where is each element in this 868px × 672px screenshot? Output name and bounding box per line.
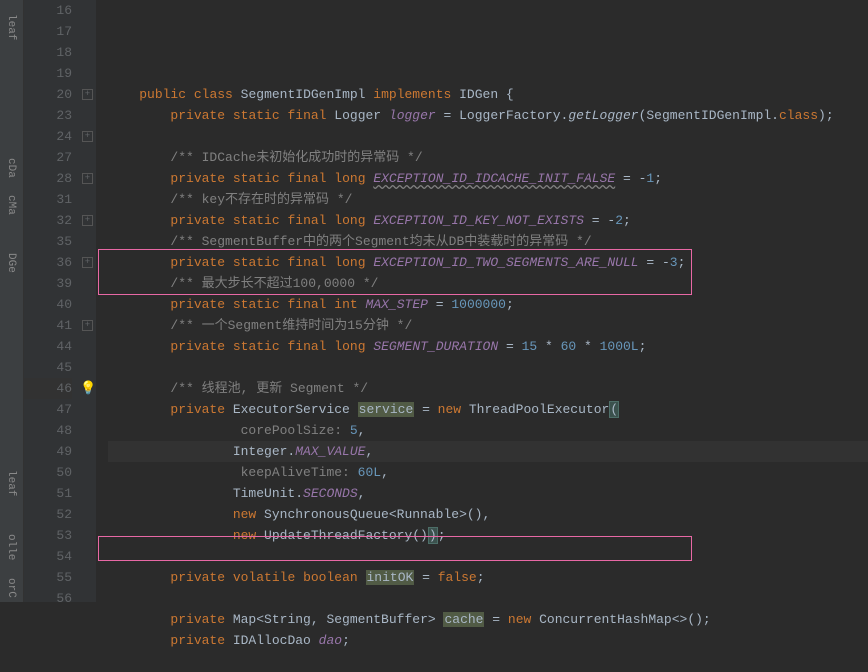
code-line[interactable]: /** 最大步长不超过100,0000 */ xyxy=(108,273,868,294)
fold-toggle-icon[interactable]: + xyxy=(82,89,93,100)
code-line[interactable]: /** 线程池, 更新 Segment */ xyxy=(108,378,868,399)
line-number[interactable]: 52 xyxy=(24,504,72,525)
code-line[interactable]: private static final Logger logger = Log… xyxy=(108,105,868,126)
line-number[interactable]: 45 xyxy=(24,357,72,378)
line-number[interactable]: 31 xyxy=(24,189,72,210)
code-line[interactable] xyxy=(108,63,868,84)
fold-toggle-icon[interactable]: + xyxy=(82,215,93,226)
line-number[interactable]: 19 xyxy=(24,63,72,84)
code-line[interactable]: public class SegmentIDGenImpl implements… xyxy=(108,84,868,105)
code-line[interactable]: corePoolSize: 5, xyxy=(108,420,868,441)
tool-window-bar[interactable]: leaf cDa cMa DGe leaf olle orC xyxy=(0,0,24,602)
line-number[interactable]: 28 xyxy=(24,168,72,189)
side-tab[interactable]: olle xyxy=(0,530,23,564)
line-number[interactable]: 36 xyxy=(24,252,72,273)
code-line[interactable]: private static final long EXCEPTION_ID_T… xyxy=(108,252,868,273)
code-line[interactable]: private static final long SEGMENT_DURATI… xyxy=(108,336,868,357)
side-tab[interactable]: cDa xyxy=(0,154,23,182)
line-number[interactable]: 20 xyxy=(24,84,72,105)
line-number[interactable]: 18 xyxy=(24,42,72,63)
fold-toggle-icon[interactable]: + xyxy=(82,320,93,331)
line-number[interactable]: 24 xyxy=(24,126,72,147)
line-number[interactable]: 54 xyxy=(24,546,72,567)
line-number[interactable]: 35 xyxy=(24,231,72,252)
code-line[interactable]: /** SegmentBuffer中的两个Segment均未从DB中装载时的异常… xyxy=(108,231,868,252)
code-line[interactable]: /** key不存在时的异常码 */ xyxy=(108,189,868,210)
line-number[interactable]: 50 xyxy=(24,462,72,483)
line-number[interactable]: 39 xyxy=(24,273,72,294)
code-line[interactable]: private static final long EXCEPTION_ID_K… xyxy=(108,210,868,231)
code-line[interactable]: private static final int MAX_STEP = 1000… xyxy=(108,294,868,315)
code-line[interactable]: keepAliveTime: 60L, xyxy=(108,462,868,483)
fold-toggle-icon[interactable]: + xyxy=(82,257,93,268)
side-tab[interactable]: orC xyxy=(0,574,23,602)
line-number[interactable]: 23 xyxy=(24,105,72,126)
code-line[interactable] xyxy=(108,126,868,147)
code-line[interactable]: private volatile boolean initOK = false; xyxy=(108,567,868,588)
code-line[interactable]: new SynchronousQueue<Runnable>(), xyxy=(108,504,868,525)
editor-area[interactable]: public class SegmentIDGenImpl implements… xyxy=(96,0,868,602)
code-line[interactable]: Integer.MAX_VALUE, xyxy=(108,441,868,462)
line-number[interactable]: 56 xyxy=(24,588,72,609)
fold-toggle-icon[interactable]: + xyxy=(82,131,93,142)
fold-toggle-icon[interactable]: + xyxy=(82,173,93,184)
code-line[interactable] xyxy=(108,651,868,672)
code-line[interactable]: private static final long EXCEPTION_ID_I… xyxy=(108,168,868,189)
code-line[interactable]: /** 一个Segment维持时间为15分钟 */ xyxy=(108,315,868,336)
code-line[interactable]: private ExecutorService service = new Th… xyxy=(108,399,868,420)
line-number[interactable]: 27 xyxy=(24,147,72,168)
line-number[interactable]: 51 xyxy=(24,483,72,504)
side-tab[interactable]: leaf xyxy=(0,10,23,44)
code-line[interactable] xyxy=(108,588,868,609)
line-number[interactable]: 44 xyxy=(24,336,72,357)
line-number-gutter[interactable]: 1617181920232427283132353639404144454647… xyxy=(24,0,80,602)
code-line[interactable] xyxy=(108,546,868,567)
line-number[interactable]: 46 xyxy=(24,378,72,399)
side-tab[interactable]: leaf xyxy=(0,466,23,500)
code-line[interactable]: private IDAllocDao dao; xyxy=(108,630,868,651)
code-line[interactable]: new UpdateThreadFactory()); xyxy=(108,525,868,546)
line-number[interactable]: 53 xyxy=(24,525,72,546)
fold-gutter[interactable]: + + + + + + 💡 xyxy=(80,0,96,602)
code-line[interactable]: TimeUnit.SECONDS, xyxy=(108,483,868,504)
line-number[interactable]: 32 xyxy=(24,210,72,231)
code-line[interactable]: private Map<String, SegmentBuffer> cache… xyxy=(108,609,868,630)
line-number[interactable]: 55 xyxy=(24,567,72,588)
side-tab[interactable]: DGe xyxy=(0,249,23,277)
intention-bulb-icon[interactable]: 💡 xyxy=(80,378,96,399)
code-line[interactable] xyxy=(108,357,868,378)
line-number[interactable]: 48 xyxy=(24,420,72,441)
line-number[interactable]: 47 xyxy=(24,399,72,420)
line-number[interactable]: 49 xyxy=(24,441,72,462)
code-line[interactable]: /** IDCache未初始化成功时的异常码 */ xyxy=(108,147,868,168)
line-number[interactable]: 41 xyxy=(24,315,72,336)
line-number[interactable]: 40 xyxy=(24,294,72,315)
side-tab[interactable]: cMa xyxy=(0,191,23,219)
line-number[interactable]: 17 xyxy=(24,21,72,42)
line-number[interactable]: 16 xyxy=(24,0,72,21)
